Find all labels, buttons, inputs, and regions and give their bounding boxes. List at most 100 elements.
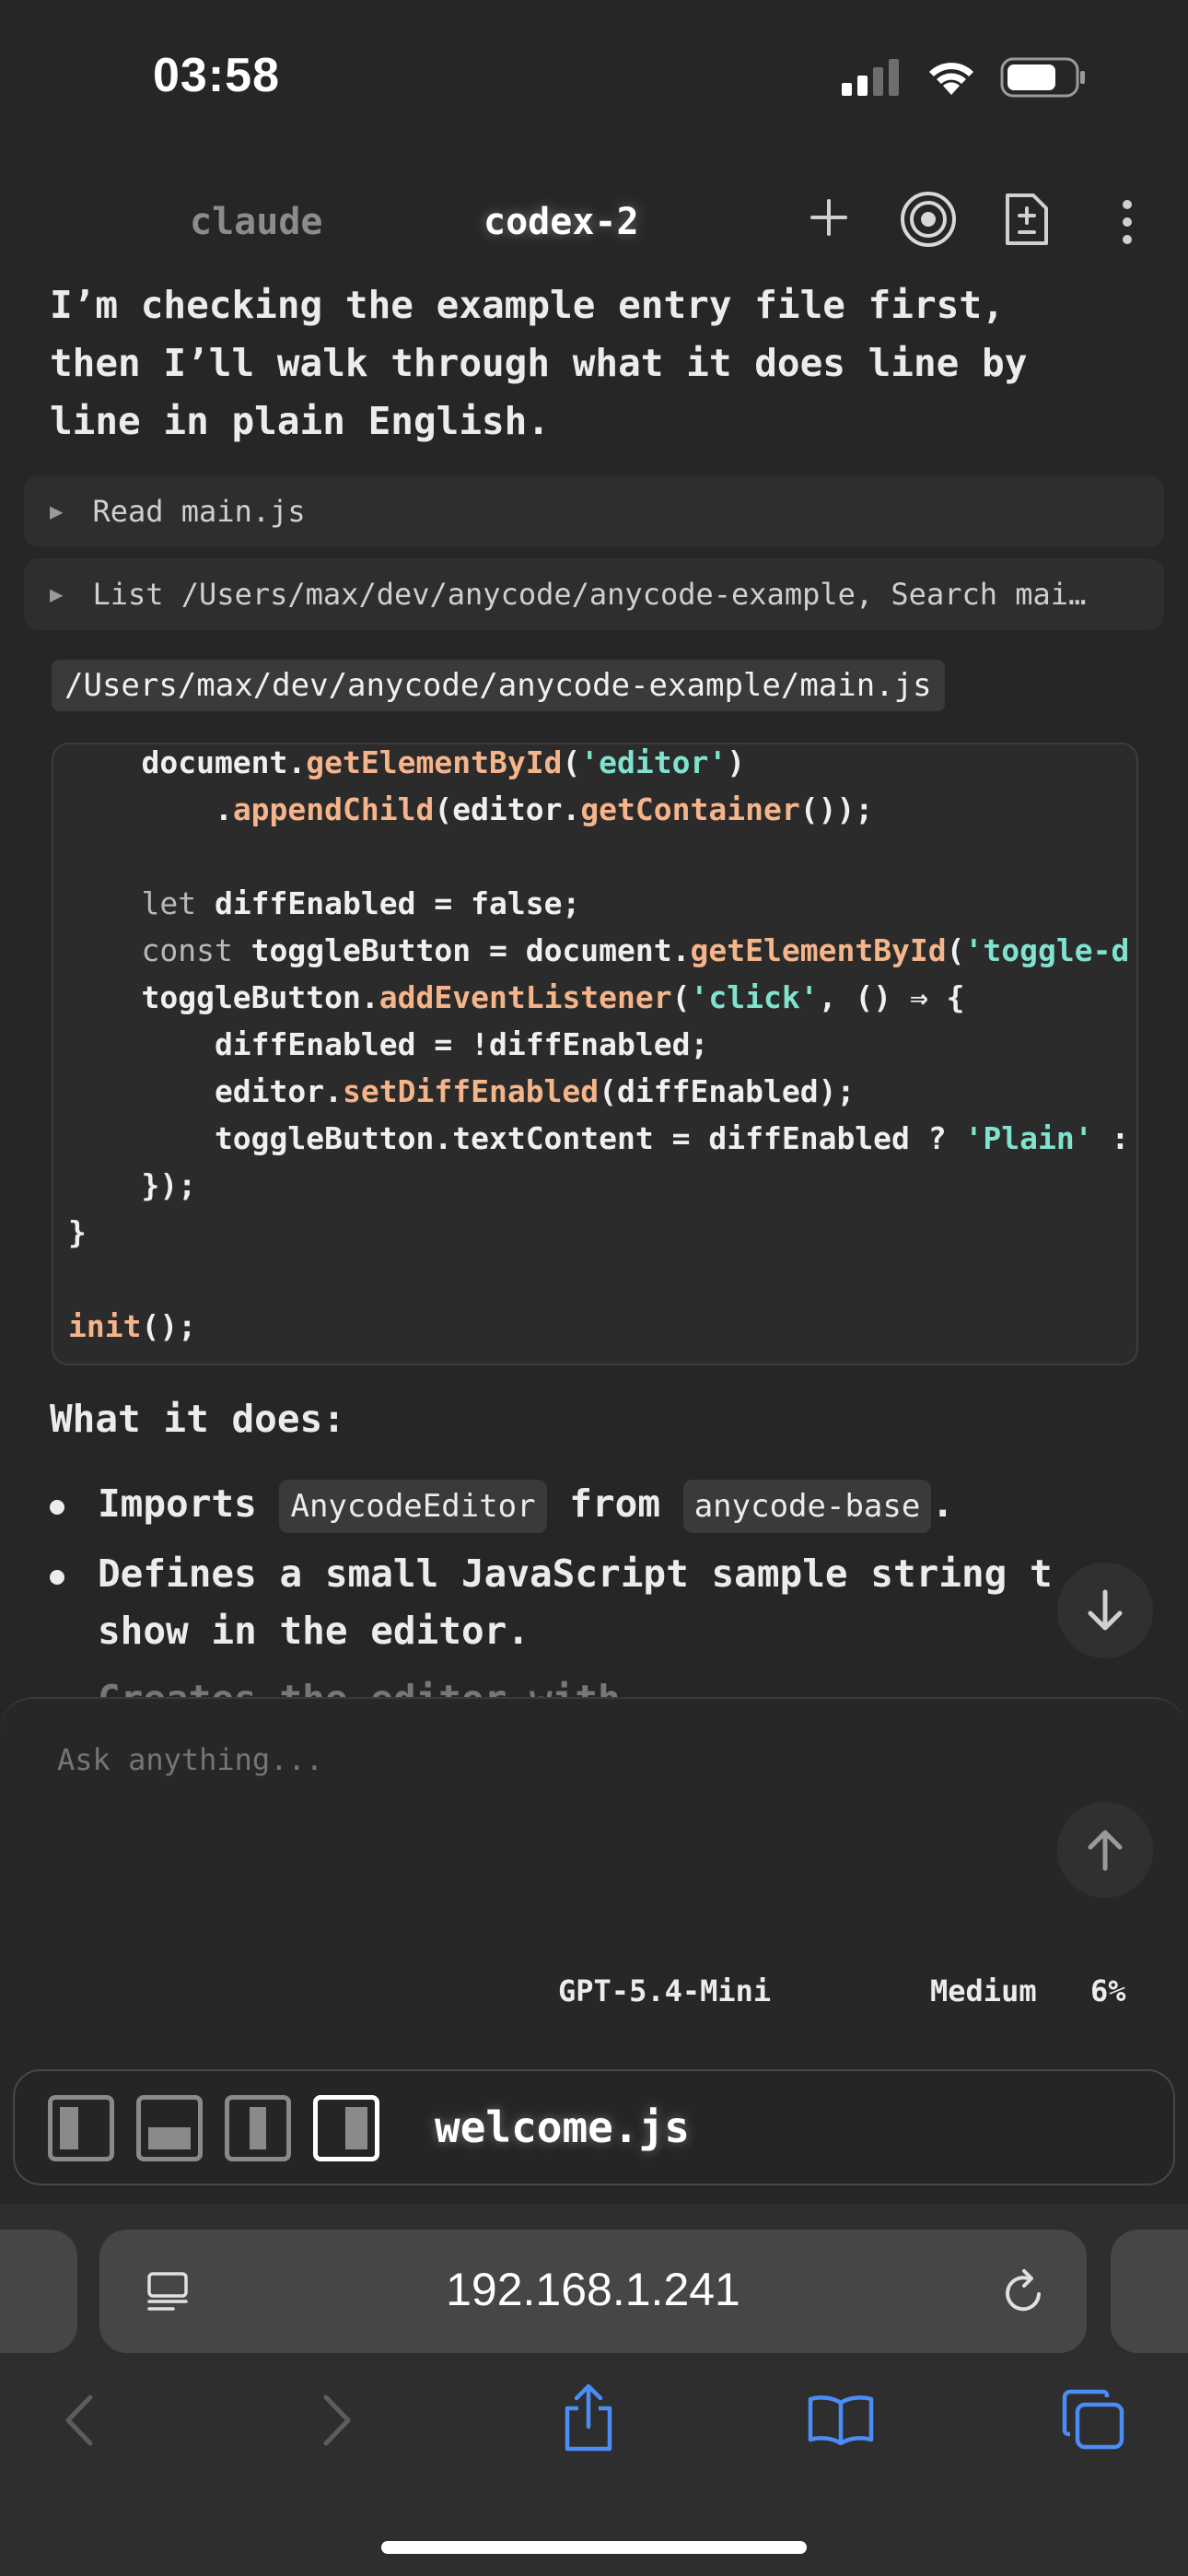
diff-button[interactable] (1004, 192, 1050, 251)
code-token: : (1092, 1120, 1130, 1156)
diff-file-icon (1006, 193, 1048, 245)
code-token: toggleButton. (68, 979, 379, 1015)
send-button[interactable] (1057, 1802, 1153, 1898)
code-token: diffEnabled = false; (196, 885, 581, 921)
tool-call-label: Read main.js (92, 494, 306, 529)
arrow-down-icon (1088, 1589, 1123, 1631)
bullet-dot (50, 1500, 64, 1515)
bullet-text: show in the editor. (98, 1609, 530, 1653)
code-line: toggleButton.addEventListener('click', (… (68, 979, 965, 1015)
code-token: (diffEnabled); (599, 1073, 856, 1109)
scroll-to-bottom-button[interactable] (1057, 1563, 1153, 1658)
layout-left-panel-button[interactable] (48, 2095, 114, 2161)
panel-fill (60, 2107, 78, 2149)
bullet-dot (50, 1570, 64, 1585)
layout-bottom-panel-button[interactable] (136, 2095, 203, 2161)
tool-call-list-search[interactable]: ▶ List /Users/max/dev/anycode/anycode-ex… (24, 558, 1164, 630)
section-heading: What it does: (50, 1397, 345, 1441)
status-icons (840, 57, 1087, 98)
code-token: 'editor' (580, 744, 728, 780)
code-token: addEventListener (379, 979, 672, 1015)
intro-line: I’m checking the example entry file firs… (50, 283, 1005, 327)
bullet-item: Imports AnycodeEditor from anycode-base. (98, 1480, 954, 1533)
tab-codex-2[interactable]: codex-2 (483, 201, 639, 243)
code-line: const toggleButton = document.getElement… (68, 932, 1129, 968)
assistant-intro-text: I’m checking the example entry file firs… (50, 276, 1136, 451)
next-tab-preview[interactable] (1111, 2230, 1188, 2353)
code-token: 'toggle-d (964, 932, 1130, 968)
browser-toolbar: 192.168.1.241 (0, 2204, 1188, 2576)
tool-call-label: List /Users/max/dev/anycode/anycode-exam… (92, 577, 1087, 612)
arrow-up-icon (1088, 1830, 1123, 1871)
new-session-button[interactable] (807, 195, 851, 243)
more-vertical-icon (1123, 200, 1132, 244)
code-token: }); (68, 1167, 197, 1203)
more-menu-button[interactable] (1116, 199, 1138, 249)
code-token: let (68, 885, 197, 921)
code-token: const (68, 932, 233, 968)
model-selector[interactable]: GPT-5.4-Mini (558, 1973, 771, 2008)
target-icon (901, 192, 956, 247)
cellular-signal-icon (842, 59, 899, 96)
code-token: getContainer (580, 791, 800, 827)
reload-icon[interactable] (1000, 2266, 1048, 2316)
code-token: setDiffEnabled (343, 1073, 600, 1109)
code-token: init (68, 1308, 142, 1344)
tool-call-read[interactable]: ▶ Read main.js (24, 475, 1164, 547)
panel-fill (148, 2127, 191, 2149)
forward-icon[interactable] (322, 2394, 354, 2447)
expand-triangle-icon: ▶ (50, 498, 64, 524)
inline-code: AnycodeEditor (279, 1480, 547, 1533)
code-line: init(); (68, 1308, 196, 1344)
code-line: diffEnabled = !diffEnabled; (68, 1026, 708, 1062)
code-line: } (68, 1214, 87, 1250)
status-time: 03:58 (153, 49, 280, 102)
layout-right-panel-button[interactable] (313, 2095, 379, 2161)
open-file-name[interactable]: welcome.js (435, 2102, 690, 2152)
code-token: ( (562, 744, 581, 780)
target-button[interactable] (899, 190, 958, 252)
tabs-icon[interactable] (1061, 2388, 1125, 2451)
back-icon[interactable] (63, 2394, 94, 2447)
code-token: document. (68, 744, 307, 780)
bullet-text: . (931, 1481, 955, 1526)
code-line: toggleButton.textContent = diffEnabled ?… (68, 1120, 1129, 1156)
code-token: diffEnabled = !diffEnabled; (68, 1026, 709, 1062)
code-token: toggleButton = document. (232, 932, 691, 968)
code-token: getElementById (306, 744, 563, 780)
bookmarks-icon[interactable] (807, 2394, 875, 2445)
file-path-chip: /Users/max/dev/anycode/anycode-example/m… (52, 660, 945, 711)
tab-claude[interactable]: claude (190, 201, 323, 243)
code-token: toggleButton.textContent = diffEnabled ? (68, 1120, 965, 1156)
plus-icon (810, 199, 847, 236)
expand-triangle-icon: ▶ (50, 581, 64, 607)
code-token: 'click' (690, 979, 819, 1015)
inline-code: anycode-base (682, 1480, 932, 1533)
code-token: ()); (799, 791, 874, 827)
home-indicator (381, 2541, 807, 2554)
layout-center-panel-button[interactable] (225, 2095, 291, 2161)
code-line: document.getElementById('editor') (68, 744, 745, 780)
ask-input[interactable] (55, 1741, 888, 1778)
bullet-text: Imports (98, 1481, 280, 1526)
wifi-icon (929, 63, 973, 95)
intro-line: then I’ll walk through what it does line… (50, 341, 1028, 385)
code-token: (editor. (434, 791, 581, 827)
address-bar[interactable]: 192.168.1.241 (99, 2230, 1087, 2353)
code-token: (); (141, 1308, 197, 1344)
code-block: document.getElementById('editor') .appen… (52, 743, 1138, 1365)
code-token: editor. (68, 1073, 344, 1109)
share-icon[interactable] (562, 2383, 615, 2453)
code-token: appendChild (232, 791, 435, 827)
effort-selector[interactable]: Medium (930, 1973, 1037, 2008)
previous-tab-preview[interactable] (0, 2230, 77, 2353)
code-token: , () ⇒ { (818, 979, 965, 1015)
code-token: ) (727, 744, 746, 780)
code-token: getElementById (690, 932, 947, 968)
code-line: let diffEnabled = false; (68, 885, 580, 921)
code-token: 'Plain' (964, 1120, 1093, 1156)
editor-file-bar: welcome.js (13, 2069, 1175, 2185)
composer: GPT-5.4-Mini Medium 6% (0, 1697, 1186, 2056)
code-line: .appendChild(editor.getContainer()); (68, 791, 873, 827)
code-token: } (68, 1214, 87, 1250)
